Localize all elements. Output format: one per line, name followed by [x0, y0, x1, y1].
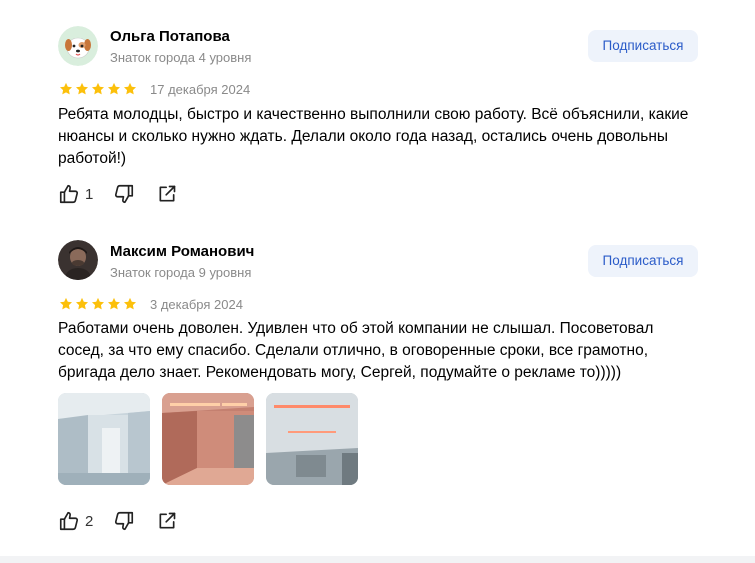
review-text: Ребята молодцы, быстро и качественно вып…: [58, 106, 689, 167]
star-icon: [123, 297, 137, 310]
review-actions: 1: [58, 183, 177, 205]
rating-stars: [59, 297, 137, 311]
review-photo[interactable]: [162, 393, 254, 485]
star-icon: [75, 82, 89, 95]
like-button[interactable]: 1: [58, 183, 93, 205]
author-name[interactable]: Максим Романович: [110, 243, 254, 260]
section-divider: [0, 556, 755, 563]
review-photo[interactable]: [58, 393, 150, 485]
share-icon: [159, 512, 176, 529]
author-name[interactable]: Ольга Потапова: [110, 28, 230, 45]
thumbs-up-icon: [59, 184, 79, 204]
review-date: 3 декабря 2024: [150, 297, 243, 312]
dislike-button[interactable]: [113, 510, 135, 532]
user-avatar[interactable]: [58, 240, 98, 280]
share-icon: [159, 185, 176, 202]
thumbs-up-icon: [59, 511, 79, 531]
like-count: 1: [85, 185, 94, 203]
author-level: Знаток города 4 уровня: [110, 50, 252, 65]
star-icon: [91, 82, 105, 95]
dog-avatar[interactable]: [58, 26, 98, 66]
subscribe-button[interactable]: Подписаться: [588, 245, 698, 277]
share-button[interactable]: [157, 184, 177, 204]
thumbs-down-icon: [115, 184, 134, 204]
dislike-button[interactable]: [113, 183, 135, 205]
star-icon: [107, 297, 121, 310]
review-photos: [58, 393, 358, 485]
star-icon: [91, 297, 105, 310]
subscribe-button[interactable]: Подписаться: [588, 30, 698, 62]
star-icon: [59, 297, 73, 310]
review-date: 17 декабря 2024: [150, 82, 251, 97]
like-count: 2: [85, 512, 94, 530]
star-icon: [123, 82, 137, 95]
thumbs-down-icon: [115, 511, 134, 531]
review-photo[interactable]: [266, 393, 358, 485]
rating-stars: [59, 82, 137, 96]
share-button[interactable]: [157, 511, 177, 531]
star-icon: [107, 82, 121, 95]
like-button[interactable]: 2: [58, 510, 93, 532]
review-text: Работами очень доволен. Удивлен что об э…: [58, 320, 654, 381]
star-icon: [75, 297, 89, 310]
star-icon: [59, 82, 73, 95]
author-level: Знаток города 9 уровня: [110, 265, 252, 280]
review-actions: 2: [58, 510, 177, 532]
